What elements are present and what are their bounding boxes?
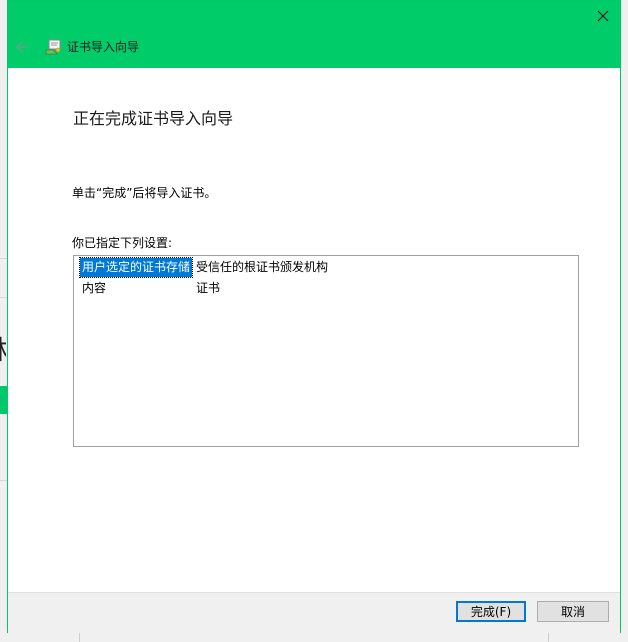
page-heading: 正在完成证书导入向导 — [73, 109, 234, 128]
background-taskbar-strip — [0, 633, 628, 642]
certificate-icon — [45, 38, 63, 56]
setting-value: 受信任的根证书颁发机构 — [196, 260, 329, 274]
wizard-title: 证书导入向导 — [67, 40, 140, 54]
title-bar: 证书导入向导 — [8, 1, 620, 68]
background-segment — [80, 633, 549, 642]
instruction-text: 单击“完成”后将导入证书。 — [72, 186, 217, 200]
back-arrow-icon — [15, 41, 28, 53]
finish-button[interactable]: 完成(F) — [456, 601, 526, 622]
settings-listbox[interactable]: 用户选定的证书存储 受信任的根证书颁发机构 内容 证书 — [73, 255, 579, 447]
list-item[interactable]: 用户选定的证书存储 受信任的根证书颁发机构 — [74, 257, 578, 278]
list-item[interactable]: 内容 证书 — [74, 279, 578, 298]
setting-key: 用户选定的证书存储 — [78, 257, 194, 278]
background-segment — [0, 633, 80, 642]
setting-key: 内容 — [82, 281, 107, 295]
setting-value: 证书 — [196, 281, 221, 295]
close-button[interactable] — [592, 5, 614, 27]
back-button[interactable] — [14, 39, 30, 55]
certificate-import-wizard-dialog: 证书导入向导 正在完成证书导入向导 单击“完成”后将导入证书。 你已指定下列设置… — [7, 0, 621, 641]
close-icon — [597, 10, 609, 22]
settings-list-label: 你已指定下列设置: — [72, 236, 173, 250]
background-glyph: 林 — [0, 334, 6, 368]
cancel-button[interactable]: 取消 — [537, 601, 609, 622]
